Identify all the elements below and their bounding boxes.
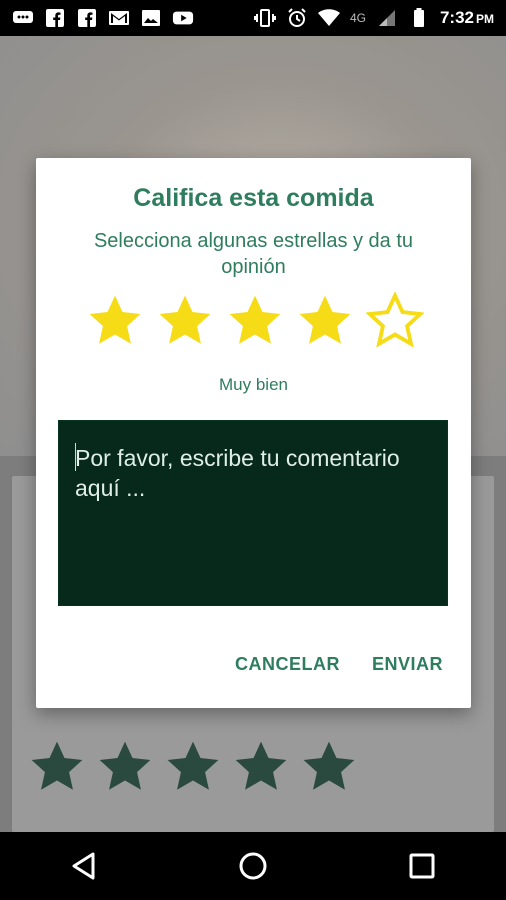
cancel-button[interactable]: CANCELAR: [235, 654, 340, 675]
home-icon[interactable]: [233, 846, 273, 886]
facebook-icon: [76, 9, 98, 27]
submit-button[interactable]: ENVIAR: [372, 654, 443, 675]
vibrate-icon: [253, 9, 276, 27]
gallery-icon: [140, 9, 162, 27]
comment-input[interactable]: Por favor, escribe tu comentario aquí ..…: [58, 420, 448, 606]
status-bar: 4G 7:32 PM: [0, 0, 506, 36]
youtube-icon: [172, 9, 194, 27]
star-icon: [167, 741, 219, 790]
background-star-rating: [28, 738, 358, 796]
star-rating[interactable]: [86, 292, 424, 350]
alarm-icon: [286, 8, 308, 27]
notification-icons: [12, 9, 194, 27]
dialog-actions: CANCELAR ENVIAR: [235, 654, 443, 675]
dialog-title: Califica esta comida: [133, 184, 374, 212]
signal-icon: [376, 9, 398, 27]
dialog-subtitle: Selecciona algunas estrellas y da tu opi…: [93, 230, 414, 278]
navigation-bar: [0, 832, 506, 900]
recents-icon[interactable]: [402, 846, 442, 886]
star-2-icon[interactable]: [156, 292, 214, 350]
back-icon[interactable]: [64, 846, 104, 886]
clock: 7:32 PM: [439, 8, 494, 27]
text-cursor: [75, 443, 76, 471]
star-1-icon[interactable]: [86, 292, 144, 350]
star-icon: [31, 741, 83, 790]
system-icons: 4G 7:32 PM: [253, 8, 494, 28]
comment-placeholder: Por favor, escribe tu comentario aquí ..…: [75, 445, 400, 501]
rating-dialog: Califica esta comida Selecciona algunas …: [36, 158, 471, 708]
facebook-icon: [44, 9, 66, 27]
rating-description: Muy bien: [219, 375, 288, 394]
star-icon: [99, 741, 151, 790]
chat-icon: [12, 9, 34, 27]
star-icon: [303, 741, 355, 790]
battery-icon: [408, 8, 430, 27]
star-icon: [235, 741, 287, 790]
gmail-icon: [108, 9, 130, 27]
star-5-icon[interactable]: [366, 292, 424, 350]
star-3-icon[interactable]: [226, 292, 284, 350]
star-4-icon[interactable]: [296, 292, 354, 350]
network-type: 4G: [349, 11, 366, 25]
wifi-icon: [317, 9, 340, 27]
